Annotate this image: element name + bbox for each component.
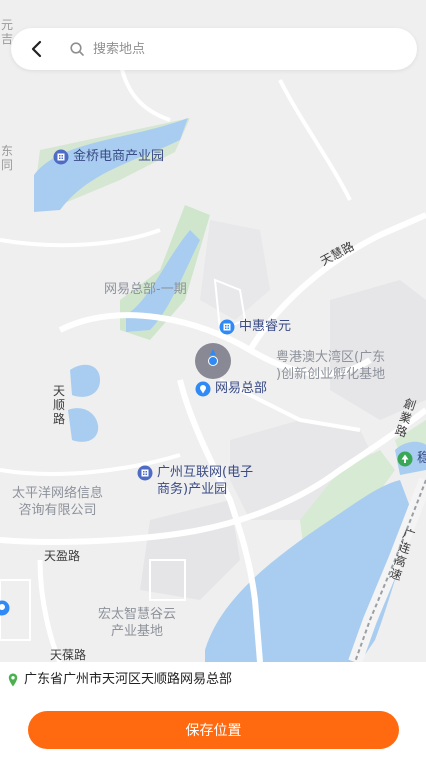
location-picker-screen: 金桥电商产业园 中惠睿元 网易总部 广州互联网(电子 商务)产业园 稳 网易总部… (0, 0, 426, 759)
road-label-edge-left: 东同 (0, 144, 13, 172)
chevron-left-icon[interactable] (25, 37, 49, 61)
save-location-button[interactable]: 保存位置 (28, 711, 399, 749)
poi-wen[interactable]: 稳 (397, 450, 426, 467)
poi-label: 稳 (417, 451, 426, 466)
poi-label: 广州互联网(电子 商务)产业园 (157, 464, 253, 498)
poi-hulianwang[interactable]: 广州互联网(电子 商务)产业园 (137, 464, 253, 498)
poi-label: 网易总部 (215, 381, 268, 396)
area-label-hongtai: 宏太智慧谷云 产业基地 (98, 606, 176, 640)
search-input[interactable] (93, 36, 393, 62)
road-label-tianxiao: 天葆路 (50, 648, 87, 662)
area-label-gba-line1: 粤港澳大湾区(广东 (276, 350, 386, 365)
poi-label: 金桥电商产业园 (73, 149, 165, 164)
area-label-taipingyang-line1: 太平洋网络信息 (12, 486, 104, 501)
area-label-gba-line2: )创新创业孵化基地 (276, 367, 386, 382)
building-pin-icon (219, 319, 235, 335)
road-label-tianying: 天盈路 (44, 549, 81, 563)
road-label-tianshun: 天顺路 (52, 384, 65, 426)
area-label-taipingyang-line2: 咨询有限公司 (18, 503, 97, 518)
search-icon (70, 42, 84, 56)
search-bar (11, 28, 417, 70)
area-label-hongtai-line2: 产业基地 (111, 624, 164, 639)
poi-label-line2: 商务)产业园 (157, 482, 228, 497)
poi-jinqiao[interactable]: 金桥电商产业园 (53, 148, 164, 165)
selected-address-text: 广东省广州市天河区天顺路网易总部 (24, 672, 233, 687)
poi-wangyi[interactable]: 网易总部 (195, 380, 267, 397)
poi-zhonghui[interactable]: 中惠睿元 (219, 318, 291, 335)
building-pin-icon (137, 465, 153, 481)
location-dot-icon (208, 356, 218, 366)
area-label-hongtai-line1: 宏太智慧谷云 (98, 607, 177, 622)
area-label-gba: 粤港澳大湾区(广东 )创新创业孵化基地 (276, 349, 385, 383)
poi-label: 中惠睿元 (239, 319, 292, 334)
area-label-wangyi-phase1: 网易总部-一期 (104, 282, 187, 297)
current-location-marker[interactable] (195, 343, 231, 379)
location-pin-icon (8, 673, 18, 687)
location-pin-icon (195, 381, 211, 397)
map-view[interactable]: 金桥电商产业园 中惠睿元 网易总部 广州互联网(电子 商务)产业园 稳 网易总部… (0, 0, 426, 662)
area-label-taipingyang: 太平洋网络信息 咨询有限公司 (12, 485, 103, 519)
building-pin-icon (53, 149, 69, 165)
location-pin-icon (0, 600, 10, 616)
selected-address-row: 广东省广州市天河区天顺路网易总部 (0, 662, 426, 698)
poi-label-line1: 广州互联网(电子 (157, 465, 254, 480)
park-pin-icon (397, 451, 413, 467)
heading-arrow-icon (210, 349, 216, 355)
